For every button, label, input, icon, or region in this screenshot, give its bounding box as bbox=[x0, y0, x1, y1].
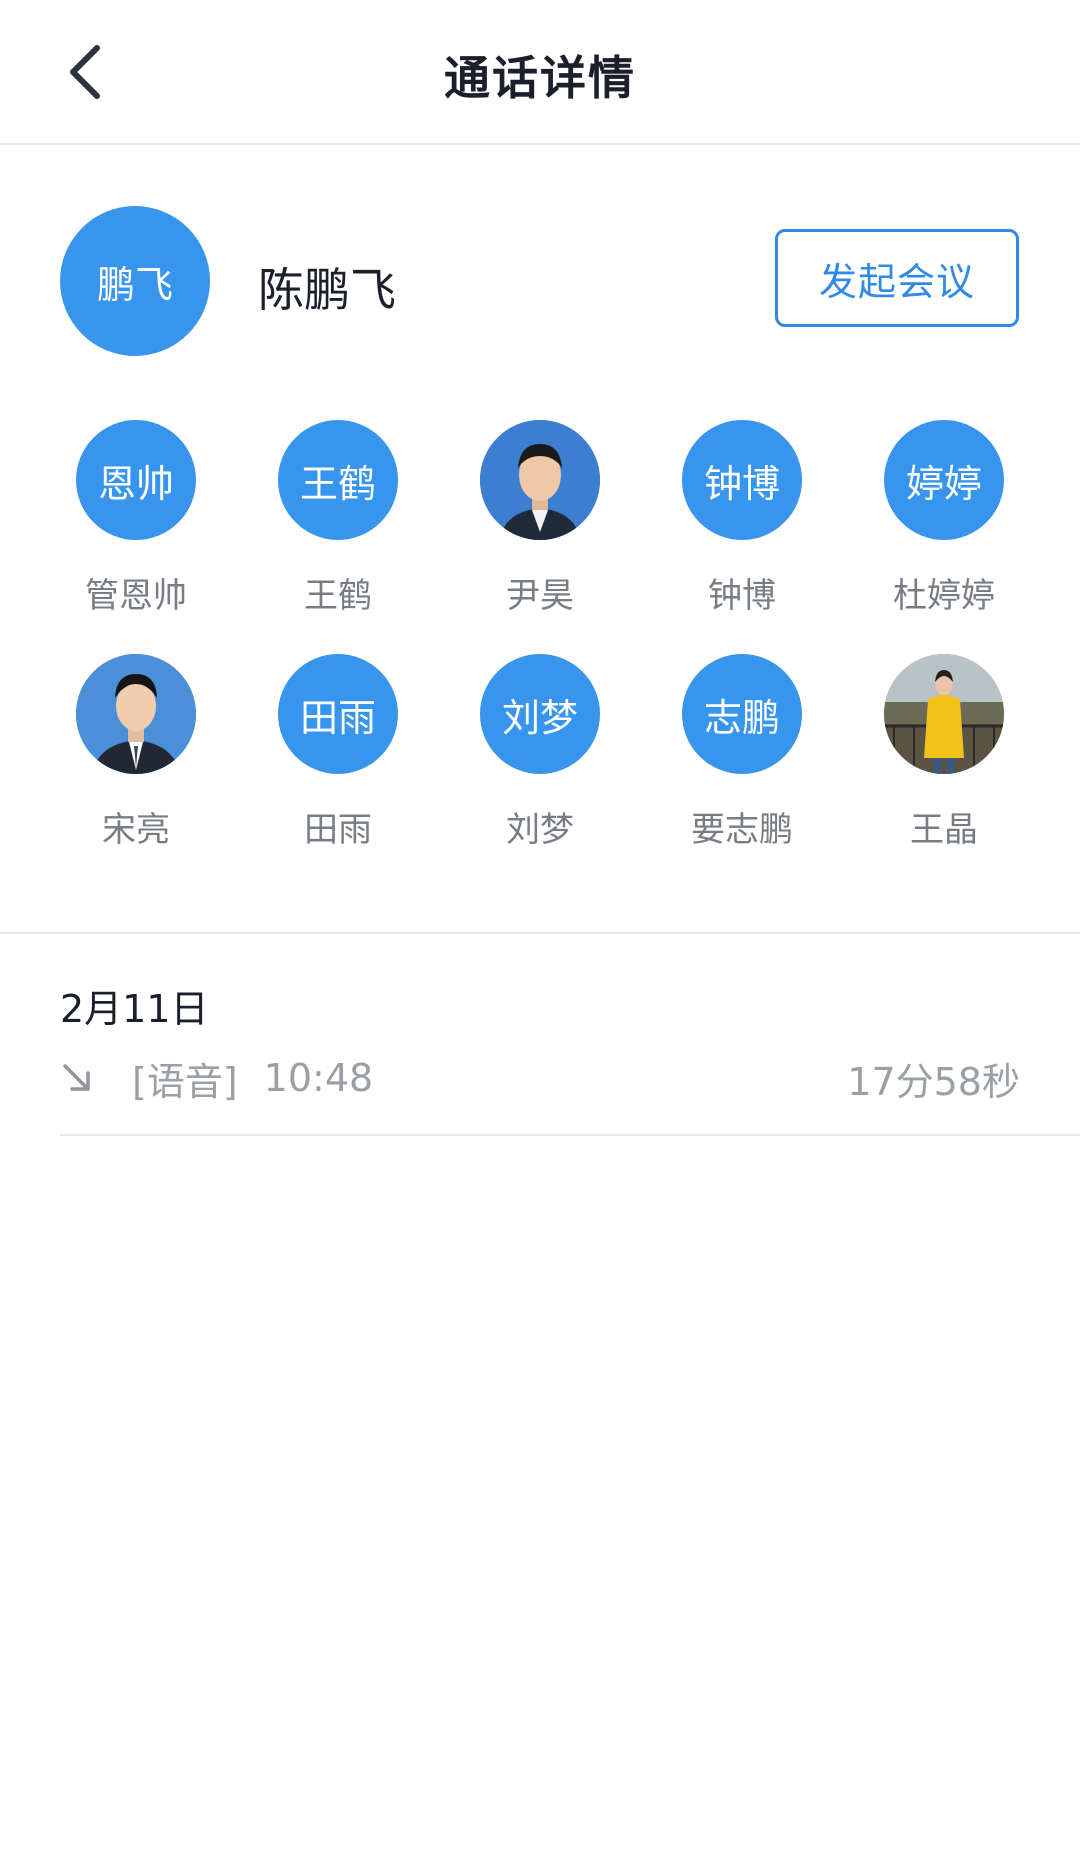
participant-name: 王鹤 bbox=[304, 576, 372, 616]
participant-name: 王晶 bbox=[910, 810, 978, 850]
avatar: 田雨 bbox=[278, 654, 398, 774]
avatar-photo bbox=[480, 420, 600, 540]
participant-grid: 恩帅 管恩帅 王鹤 王鹤 尹昊 钟博 钟博 婷婷 杜婷婷 宋亮 田雨 田雨 刘梦… bbox=[35, 420, 1045, 854]
call-type: [语音] bbox=[132, 1059, 238, 1104]
avatar: 恩帅 bbox=[76, 420, 196, 540]
participant-item[interactable]: 王鹤 王鹤 bbox=[237, 420, 439, 620]
participant-item[interactable]: 王晶 bbox=[843, 654, 1045, 854]
page-title: 通话详情 bbox=[444, 51, 636, 105]
participant-name: 刘梦 bbox=[506, 810, 574, 850]
avatar: 志鹏 bbox=[682, 654, 802, 774]
avatar: 王鹤 bbox=[278, 420, 398, 540]
person-outdoor-photo-icon bbox=[884, 654, 1004, 774]
participant-item[interactable]: 宋亮 bbox=[35, 654, 237, 854]
person-photo-icon bbox=[480, 420, 600, 540]
participant-name: 要志鹏 bbox=[691, 810, 793, 850]
nav-header: 通话详情 bbox=[0, 0, 1080, 145]
participant-name: 管恩帅 bbox=[85, 576, 187, 616]
call-duration: 17分58秒 bbox=[847, 1059, 1020, 1104]
avatar-photo bbox=[884, 654, 1004, 774]
start-meeting-button[interactable]: 发起会议 bbox=[775, 229, 1019, 327]
row-divider bbox=[60, 1134, 1080, 1136]
participant-name: 田雨 bbox=[304, 810, 372, 850]
participant-name: 宋亮 bbox=[102, 810, 170, 850]
avatar: 刘梦 bbox=[480, 654, 600, 774]
avatar: 钟博 bbox=[682, 420, 802, 540]
participant-item[interactable]: 恩帅 管恩帅 bbox=[35, 420, 237, 620]
participant-item[interactable]: 尹昊 bbox=[439, 420, 641, 620]
participant-item[interactable]: 志鹏 要志鹏 bbox=[641, 654, 843, 854]
participant-name: 钟博 bbox=[708, 576, 776, 616]
call-record-row[interactable]: [语音] 10:48 17分58秒 bbox=[60, 1050, 1020, 1106]
participant-name: 尹昊 bbox=[506, 576, 574, 616]
participant-item[interactable]: 婷婷 杜婷婷 bbox=[843, 420, 1045, 620]
avatar: 婷婷 bbox=[884, 420, 1004, 540]
participant-item[interactable]: 刘梦 刘梦 bbox=[439, 654, 641, 854]
section-divider bbox=[0, 932, 1080, 934]
person-photo-icon bbox=[76, 654, 196, 774]
contact-name: 陈鹏飞 bbox=[258, 263, 396, 317]
participant-name: 杜婷婷 bbox=[893, 576, 995, 616]
participant-item[interactable]: 田雨 田雨 bbox=[237, 654, 439, 854]
incoming-arrow-icon bbox=[63, 1064, 90, 1091]
participant-item[interactable]: 钟博 钟博 bbox=[641, 420, 843, 620]
call-time: 10:48 bbox=[263, 1056, 374, 1100]
avatar-photo bbox=[76, 654, 196, 774]
call-date: 2月11日 bbox=[60, 987, 209, 1031]
contact-avatar[interactable]: 鹏飞 bbox=[60, 206, 210, 356]
